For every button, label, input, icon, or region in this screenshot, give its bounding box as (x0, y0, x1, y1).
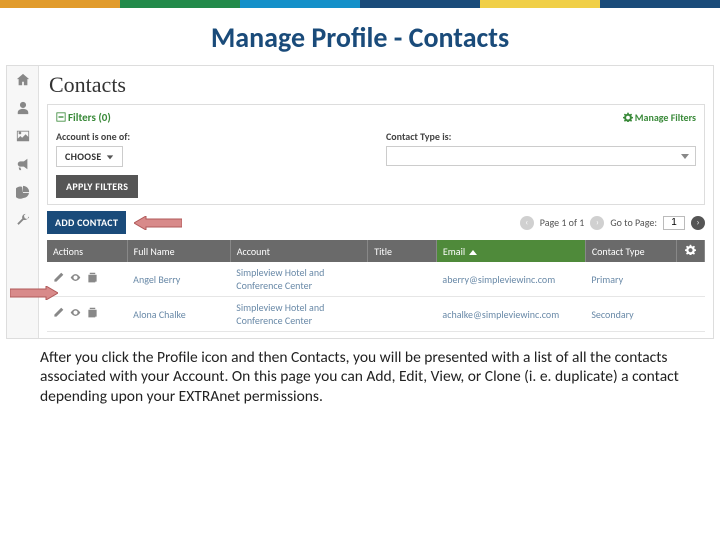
app-frame: Contacts Filters (0) Manage Filters Acco… (6, 65, 714, 339)
image-icon (16, 129, 30, 143)
user-icon (16, 101, 30, 115)
goto-page-input[interactable] (663, 216, 685, 230)
col-title[interactable]: Title (368, 240, 437, 262)
pagination: ‹ Page 1 of 1 › Go to Page: › (520, 216, 705, 230)
slide-caption: After you click the Profile icon and the… (40, 348, 680, 406)
nav-settings[interactable] (7, 206, 38, 234)
contacts-table: Actions Full Name Account Title Email Co… (47, 240, 705, 332)
gear-icon (685, 244, 696, 255)
col-email[interactable]: Email (436, 240, 585, 262)
account-filter-label: Account is one of: (56, 130, 366, 143)
clone-button[interactable] (87, 307, 98, 321)
eye-icon (70, 307, 81, 318)
goto-page-button[interactable]: › (691, 216, 705, 230)
cell-title (368, 262, 437, 297)
cell-email[interactable]: aberry@simpleviewinc.com (436, 262, 585, 297)
nav-profile[interactable] (7, 94, 38, 122)
callout-arrow-icon (10, 286, 58, 300)
pencil-icon (53, 272, 64, 283)
nav-media[interactable] (7, 122, 38, 150)
manage-filters-link[interactable]: Manage Filters (623, 111, 696, 124)
contact-type-select[interactable] (386, 146, 696, 166)
page-next-button[interactable]: › (590, 216, 604, 230)
apply-filters-button[interactable]: APPLY FILTERS (56, 175, 138, 198)
home-icon (16, 73, 30, 87)
nav-home[interactable] (7, 66, 38, 94)
cell-email[interactable]: achalke@simpleviewinc.com (436, 297, 585, 332)
nav-marketing[interactable] (7, 150, 38, 178)
clone-button[interactable] (87, 272, 98, 286)
col-actions[interactable]: Actions (47, 240, 127, 262)
pencil-icon (53, 307, 64, 318)
bullhorn-icon (16, 157, 30, 171)
cell-contacttype: Primary (585, 262, 677, 297)
col-account[interactable]: Account (230, 240, 367, 262)
copy-icon (87, 307, 98, 318)
cell-account[interactable]: Simpleview Hotel and Conference Center (230, 262, 367, 297)
cell-fullname[interactable]: Angel Berry (127, 262, 230, 297)
page-heading: Contacts (49, 72, 705, 98)
cell-fullname[interactable]: Alona Chalke (127, 297, 230, 332)
sort-asc-icon (469, 250, 477, 255)
edit-button[interactable] (53, 272, 64, 286)
col-contacttype[interactable]: Contact Type (585, 240, 677, 262)
cell-account[interactable]: Simpleview Hotel and Conference Center (230, 297, 367, 332)
cell-title (368, 297, 437, 332)
collapse-icon (56, 112, 66, 122)
view-button[interactable] (70, 307, 81, 321)
contact-type-filter-label: Contact Type is: (386, 130, 696, 143)
page-indicator: Page 1 of 1 (540, 216, 585, 229)
page-prev-button[interactable]: ‹ (520, 216, 534, 230)
cell-contacttype: Secondary (585, 297, 677, 332)
goto-page-label: Go to Page: (610, 216, 657, 229)
copy-icon (87, 272, 98, 283)
callout-arrow-icon (134, 216, 182, 230)
eye-icon (70, 272, 81, 283)
filters-title[interactable]: Filters (0) (56, 111, 111, 124)
account-filter-choose[interactable]: CHOOSE (56, 146, 123, 167)
table-row: Angel BerrySimpleview Hotel and Conferen… (47, 262, 705, 297)
chevron-down-icon (106, 153, 114, 161)
view-button[interactable] (70, 272, 81, 286)
col-settings[interactable] (677, 240, 705, 262)
edit-button[interactable] (53, 307, 64, 321)
col-fullname[interactable]: Full Name (127, 240, 230, 262)
gear-icon (623, 112, 633, 122)
piechart-icon (16, 185, 30, 199)
wrench-icon (16, 213, 30, 227)
table-row: Alona ChalkeSimpleview Hotel and Confere… (47, 297, 705, 332)
add-contact-button[interactable]: ADD CONTACT (47, 211, 126, 234)
nav-reports[interactable] (7, 178, 38, 206)
slide-title: Manage Profile - Contacts (0, 20, 720, 55)
filters-panel: Filters (0) Manage Filters Account is on… (47, 104, 705, 205)
